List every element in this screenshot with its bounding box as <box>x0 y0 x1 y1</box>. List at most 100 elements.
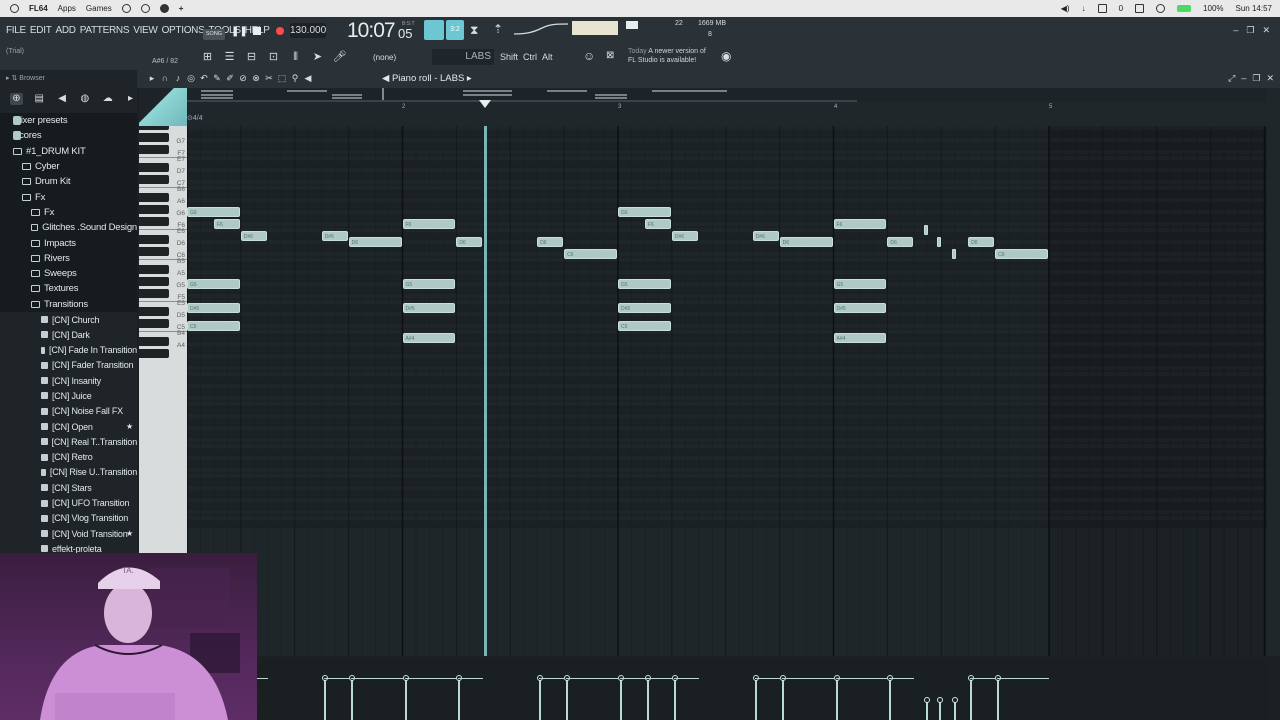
note[interactable]: G5 <box>618 279 671 289</box>
browser-item[interactable]: [CN] Juice <box>0 388 137 403</box>
step-edit-button[interactable]: 3:2 <box>446 20 464 40</box>
velocity-handle[interactable] <box>924 697 930 703</box>
plugin-picker-icon[interactable]: ➤ <box>310 50 325 64</box>
piano-keyboard[interactable]: G7 F7 E7 D7 C7 B6 A6 G6 F6 E6 D6 C6 B5 A5 G5 F5 E5 D5 C5 B4… <box>139 126 187 554</box>
browser-item[interactable]: [CN] Vlog Transition <box>0 511 137 526</box>
browser-item[interactable]: Rivers <box>0 250 137 266</box>
velocity-stem[interactable] <box>835 678 838 720</box>
pr-select-icon[interactable]: ⬚ <box>277 73 287 84</box>
browser-item[interactable]: [CN] Church <box>0 312 137 327</box>
pr-close-icon[interactable]: ✕ <box>1266 73 1274 84</box>
mac-clock[interactable]: Sun 14:57 <box>1236 4 1272 13</box>
black-key[interactable] <box>139 265 169 274</box>
black-key[interactable] <box>139 145 169 154</box>
browser-item[interactable]: Fx <box>0 204 137 221</box>
minimize-icon[interactable]: – <box>1233 25 1238 36</box>
velocity-stem[interactable] <box>539 678 542 720</box>
black-key[interactable] <box>139 126 169 130</box>
countdown-icon[interactable]: ⇡ <box>493 22 503 36</box>
note[interactable]: C5 <box>187 321 240 331</box>
browser-item[interactable]: #1_DRUM KIT <box>0 143 137 159</box>
pr-undo-icon[interactable]: ↶ <box>199 73 209 84</box>
black-key[interactable] <box>139 133 169 142</box>
close-icon[interactable]: ✕ <box>1262 25 1270 36</box>
note[interactable] <box>924 225 928 235</box>
menu-edit[interactable]: EDIT <box>30 25 52 36</box>
note[interactable]: F6 <box>213 219 240 229</box>
browser-speaker-icon[interactable]: ◀ <box>56 93 69 105</box>
note[interactable]: F6 <box>833 219 887 229</box>
browser-item[interactable]: ♪ Scores <box>0 128 137 144</box>
browser-item[interactable]: Drum Kit <box>0 174 137 190</box>
black-key[interactable] <box>139 289 169 298</box>
note[interactable]: F6 <box>402 219 456 229</box>
black-key[interactable] <box>139 349 169 358</box>
shift-key[interactable]: Shift <box>500 52 518 62</box>
browser-item[interactable]: ⫶ Mixer presets <box>0 113 137 129</box>
pr-magnet-icon[interactable]: ∩ <box>160 73 170 84</box>
pr-slice-icon[interactable]: ✂ <box>264 73 274 84</box>
velocity-stem[interactable] <box>954 700 957 720</box>
black-key[interactable] <box>139 205 169 214</box>
velocity-handle[interactable] <box>952 697 959 703</box>
black-key[interactable] <box>139 193 169 202</box>
vertical-scrollbar[interactable] <box>1267 88 1280 656</box>
browser-item[interactable]: Glitches .Sound Design <box>0 220 137 236</box>
velocity-stem[interactable] <box>673 678 676 720</box>
browser-item[interactable]: [CN] Rise U..Transition <box>0 465 137 480</box>
pr-maximize-icon[interactable]: ❐ <box>1252 73 1260 84</box>
song-mode-button[interactable]: SONG <box>203 29 225 40</box>
browser-item[interactable]: Textures <box>0 281 137 297</box>
note[interactable] <box>936 237 941 247</box>
black-key[interactable] <box>139 337 169 346</box>
black-key[interactable] <box>139 247 169 256</box>
menu-view[interactable]: VIEW <box>133 25 158 36</box>
tempo-display[interactable]: 130.000 <box>290 23 326 38</box>
playhead-marker[interactable] <box>479 100 492 108</box>
volume-icon[interactable]: ◀) <box>1061 4 1070 13</box>
pr-menu-arrow-icon[interactable]: ▸ <box>147 73 157 84</box>
pr-brush-icon[interactable]: ✐ <box>225 73 235 84</box>
pr-note-icon[interactable]: ♪ <box>173 73 183 84</box>
velocity-stem[interactable] <box>566 678 569 720</box>
velocity-lane[interactable] <box>257 660 1267 720</box>
piano-roll-icon[interactable]: ⊟ <box>244 50 259 64</box>
note[interactable]: D#6 <box>240 231 267 241</box>
browser-item[interactable]: [CN] Real T..Transition <box>0 434 137 449</box>
piano-roll-title[interactable]: ◀ Piano roll - LABS ▸ <box>382 73 472 84</box>
velocity-stem[interactable] <box>781 678 784 720</box>
browser-item[interactable]: [CN] Void Transition ★ <box>0 526 137 541</box>
song-position-clock[interactable]: 10:07 <box>347 19 396 43</box>
browser-item[interactable]: [CN] Dark <box>0 327 137 342</box>
browser-cloud-icon[interactable]: ☁ <box>101 93 114 105</box>
pr-zoom-icon[interactable]: ⚲ <box>290 73 300 84</box>
user-icon[interactable] <box>159 4 169 13</box>
browser-item[interactable]: [CN] Fader Transition <box>0 358 137 373</box>
velocity-stem[interactable] <box>926 700 928 720</box>
note[interactable]: D#6 <box>671 231 698 241</box>
mac-menu-apps[interactable]: Apps <box>58 4 76 13</box>
note[interactable]: A#4 <box>833 333 887 343</box>
battery-icon[interactable] <box>1177 5 1192 12</box>
browser-item[interactable]: [CN] Insanity <box>0 373 137 388</box>
velocity-stem[interactable] <box>938 700 941 720</box>
browser-item[interactable]: [CN] Open ★ <box>0 419 137 434</box>
timeline-ruler[interactable]: ⊙4/4 2 3 4 5 <box>187 100 1267 126</box>
display-icon[interactable] <box>1135 4 1145 13</box>
note[interactable]: D#5 <box>833 303 887 313</box>
note[interactable]: D#5 <box>618 303 671 313</box>
browser-next-icon[interactable]: ▸ <box>124 93 137 105</box>
menu-add[interactable]: ADD <box>56 25 77 36</box>
browser-item[interactable]: [CN] UFO Transition <box>0 495 137 510</box>
browser-item[interactable]: [CN] Fade In Transition <box>0 342 137 357</box>
alt-key[interactable]: Alt <box>542 52 553 62</box>
circle-icon[interactable] <box>140 4 150 13</box>
note[interactable]: C6 <box>564 249 617 259</box>
note[interactable]: F6 <box>644 219 671 229</box>
pause-icon[interactable]: ❚❚ <box>231 26 248 37</box>
channel-rack-icon[interactable]: ⊡ <box>266 50 281 64</box>
velocity-stem[interactable] <box>323 678 326 720</box>
control-center-icon[interactable] <box>1156 4 1166 13</box>
mac-menu-games[interactable]: Games <box>86 4 112 13</box>
browser-all-icon[interactable]: ⊕ <box>10 93 23 105</box>
